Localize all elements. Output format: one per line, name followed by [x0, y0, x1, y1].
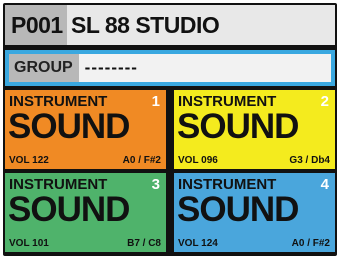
volume-value: VOL 101 [9, 238, 49, 249]
instrument-number: 2 [320, 93, 329, 110]
instrument-number: 4 [320, 176, 329, 193]
program-header[interactable]: P001 SL 88 STUDIO [5, 5, 335, 45]
sound-name: SOUND [177, 190, 299, 229]
group-value: -------- [84, 58, 138, 77]
instrument-number: 1 [151, 93, 160, 110]
group-row[interactable]: GROUP -------- [5, 50, 335, 86]
program-number: P001 [5, 5, 67, 45]
instrument-pad-4[interactable]: INSTRUMENT 4 SOUND VOL 124 A0 / F#2 [174, 173, 335, 252]
instrument-number: 3 [151, 176, 160, 193]
group-label: GROUP [9, 54, 79, 82]
key-range: G3 / Db4 [289, 155, 330, 166]
instrument-pad-2[interactable]: INSTRUMENT 2 SOUND VOL 096 G3 / Db4 [174, 90, 335, 169]
group-field[interactable]: GROUP -------- [9, 54, 331, 82]
sound-name: SOUND [177, 107, 299, 146]
program-name: SL 88 STUDIO [71, 11, 220, 38]
instrument-pad-1[interactable]: INSTRUMENT 1 SOUND VOL 122 A0 / F#2 [5, 90, 166, 169]
sound-name: SOUND [8, 107, 130, 146]
volume-value: VOL 096 [178, 155, 218, 166]
sound-name: SOUND [8, 190, 130, 229]
key-range: A0 / F#2 [291, 238, 330, 249]
volume-value: VOL 122 [9, 155, 49, 166]
key-range: B7 / C8 [127, 238, 161, 249]
volume-value: VOL 124 [178, 238, 218, 249]
key-range: A0 / F#2 [122, 155, 161, 166]
instrument-pad-3[interactable]: INSTRUMENT 3 SOUND VOL 101 B7 / C8 [5, 173, 166, 252]
